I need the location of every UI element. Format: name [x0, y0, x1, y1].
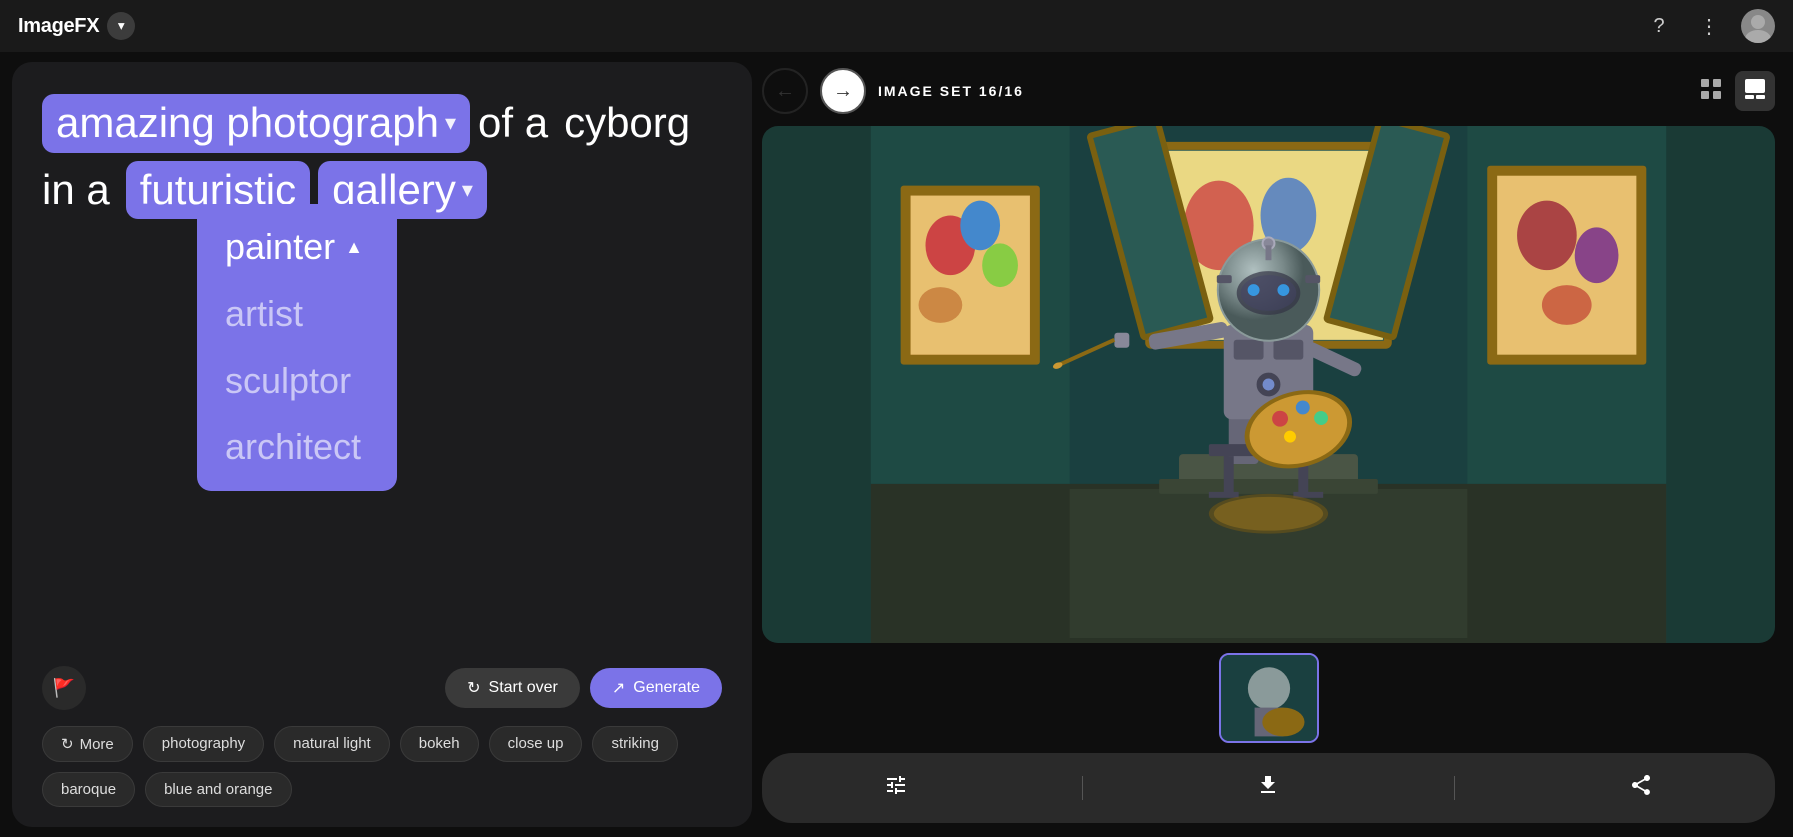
generate-button[interactable]: ↗ Generate	[590, 668, 722, 708]
dropdown-item-architect[interactable]: architect	[197, 414, 397, 481]
app-title: ImageFX	[18, 15, 99, 38]
left-panel: amazing photograph ▾ of a cyborg painter…	[12, 62, 752, 827]
more-chip[interactable]: ↻ More	[42, 726, 133, 762]
style-chips-row: ↻ More photography natural light bokeh c…	[42, 726, 722, 807]
chevron-down-icon: ▾	[462, 176, 473, 205]
action-bar	[762, 753, 1775, 823]
style-chips-area: ↻ More photography natural light bokeh c…	[42, 726, 722, 807]
chevron-down-icon: ▾	[118, 18, 125, 34]
chip-photography-label: photography	[162, 735, 245, 752]
more-chip-label: More	[80, 736, 114, 753]
topbar: ImageFX ▾ ? ⋮	[0, 0, 1793, 52]
refresh-icon: ↻	[467, 678, 480, 698]
chip-baroque-label: baroque	[61, 781, 116, 798]
app-dropdown-button[interactable]: ▾	[107, 12, 135, 40]
chip-bokeh-label: bokeh	[419, 735, 460, 752]
prompt-area: amazing photograph ▾ of a cyborg painter…	[42, 94, 722, 632]
of-a-text: of a	[478, 96, 548, 151]
help-icon: ?	[1653, 15, 1664, 38]
chip-striking-label: striking	[611, 735, 659, 752]
view-toggle	[1691, 71, 1775, 111]
adjust-icon	[884, 773, 908, 803]
prev-button[interactable]: ←	[762, 68, 808, 114]
next-button[interactable]: →	[820, 68, 866, 114]
cyborg-text: cyborg	[564, 96, 690, 151]
chip-blue-orange-label: blue and orange	[164, 781, 272, 798]
adjust-button[interactable]	[854, 767, 938, 809]
grid-view-button[interactable]	[1691, 71, 1731, 111]
generate-label: Generate	[633, 679, 700, 697]
generate-icon: ↗	[612, 678, 625, 698]
share-button[interactable]	[1599, 767, 1683, 809]
flag-icon: 🚩	[53, 678, 75, 699]
right-panel: ← → IMAGE SET 16/16	[762, 52, 1793, 837]
start-over-button[interactable]: ↻ Start over	[445, 668, 580, 708]
chip-bokeh[interactable]: bokeh	[400, 726, 479, 762]
chip-natural-light-label: natural light	[293, 735, 371, 752]
chevron-down-icon: ▾	[445, 109, 456, 138]
single-view-button[interactable]	[1735, 71, 1775, 111]
arrow-left-icon: ←	[775, 80, 795, 103]
dropdown-item-artist[interactable]: artist	[197, 281, 397, 348]
share-icon	[1629, 773, 1653, 803]
chip-blue-orange[interactable]: blue and orange	[145, 772, 291, 807]
topbar-left: ImageFX ▾	[18, 12, 135, 40]
dropdown-item-sculptor[interactable]: sculptor	[197, 348, 397, 415]
refresh-small-icon: ↻	[61, 735, 74, 753]
main-layout: amazing photograph ▾ of a cyborg painter…	[0, 52, 1793, 837]
prompt-text: amazing photograph ▾ of a cyborg painter…	[42, 94, 722, 219]
main-image	[762, 126, 1775, 643]
subject-dropdown: painter artist sculptor architect	[197, 204, 397, 491]
image-nav: ← → IMAGE SET 16/16	[762, 62, 1775, 126]
style-chip[interactable]: amazing photograph ▾	[42, 94, 470, 153]
more-icon: ⋮	[1699, 14, 1719, 39]
dropdown-item-painter[interactable]: painter	[197, 214, 397, 281]
chip-close-up-label: close up	[508, 735, 564, 752]
chip-natural-light[interactable]: natural light	[274, 726, 390, 762]
help-button[interactable]: ?	[1641, 8, 1677, 44]
grid-icon	[1700, 78, 1722, 105]
in-a-text: in a	[42, 163, 110, 218]
download-icon	[1256, 773, 1280, 803]
image-set-label: IMAGE SET 16/16	[878, 83, 1679, 99]
action-buttons: ↻ Start over ↗ Generate	[445, 668, 722, 708]
style-chip-label: amazing photograph	[56, 96, 439, 151]
single-icon	[1744, 78, 1766, 105]
chip-baroque[interactable]: baroque	[42, 772, 135, 807]
chip-striking[interactable]: striking	[592, 726, 678, 762]
thumbnail-1[interactable]	[1219, 653, 1319, 743]
prompt-bottom: 🚩 ↻ Start over ↗ Generate	[42, 656, 722, 710]
arrow-right-icon: →	[833, 80, 853, 103]
avatar[interactable]	[1741, 9, 1775, 43]
topbar-right: ? ⋮	[1641, 8, 1775, 44]
thumbnail-strip	[762, 643, 1775, 753]
flag-button[interactable]: 🚩	[42, 666, 86, 710]
more-menu-button[interactable]: ⋮	[1691, 8, 1727, 44]
divider-2	[1454, 776, 1455, 800]
divider-1	[1082, 776, 1083, 800]
start-over-label: Start over	[489, 679, 558, 697]
chip-photography[interactable]: photography	[143, 726, 264, 762]
download-button[interactable]	[1226, 767, 1310, 809]
chip-close-up[interactable]: close up	[489, 726, 583, 762]
